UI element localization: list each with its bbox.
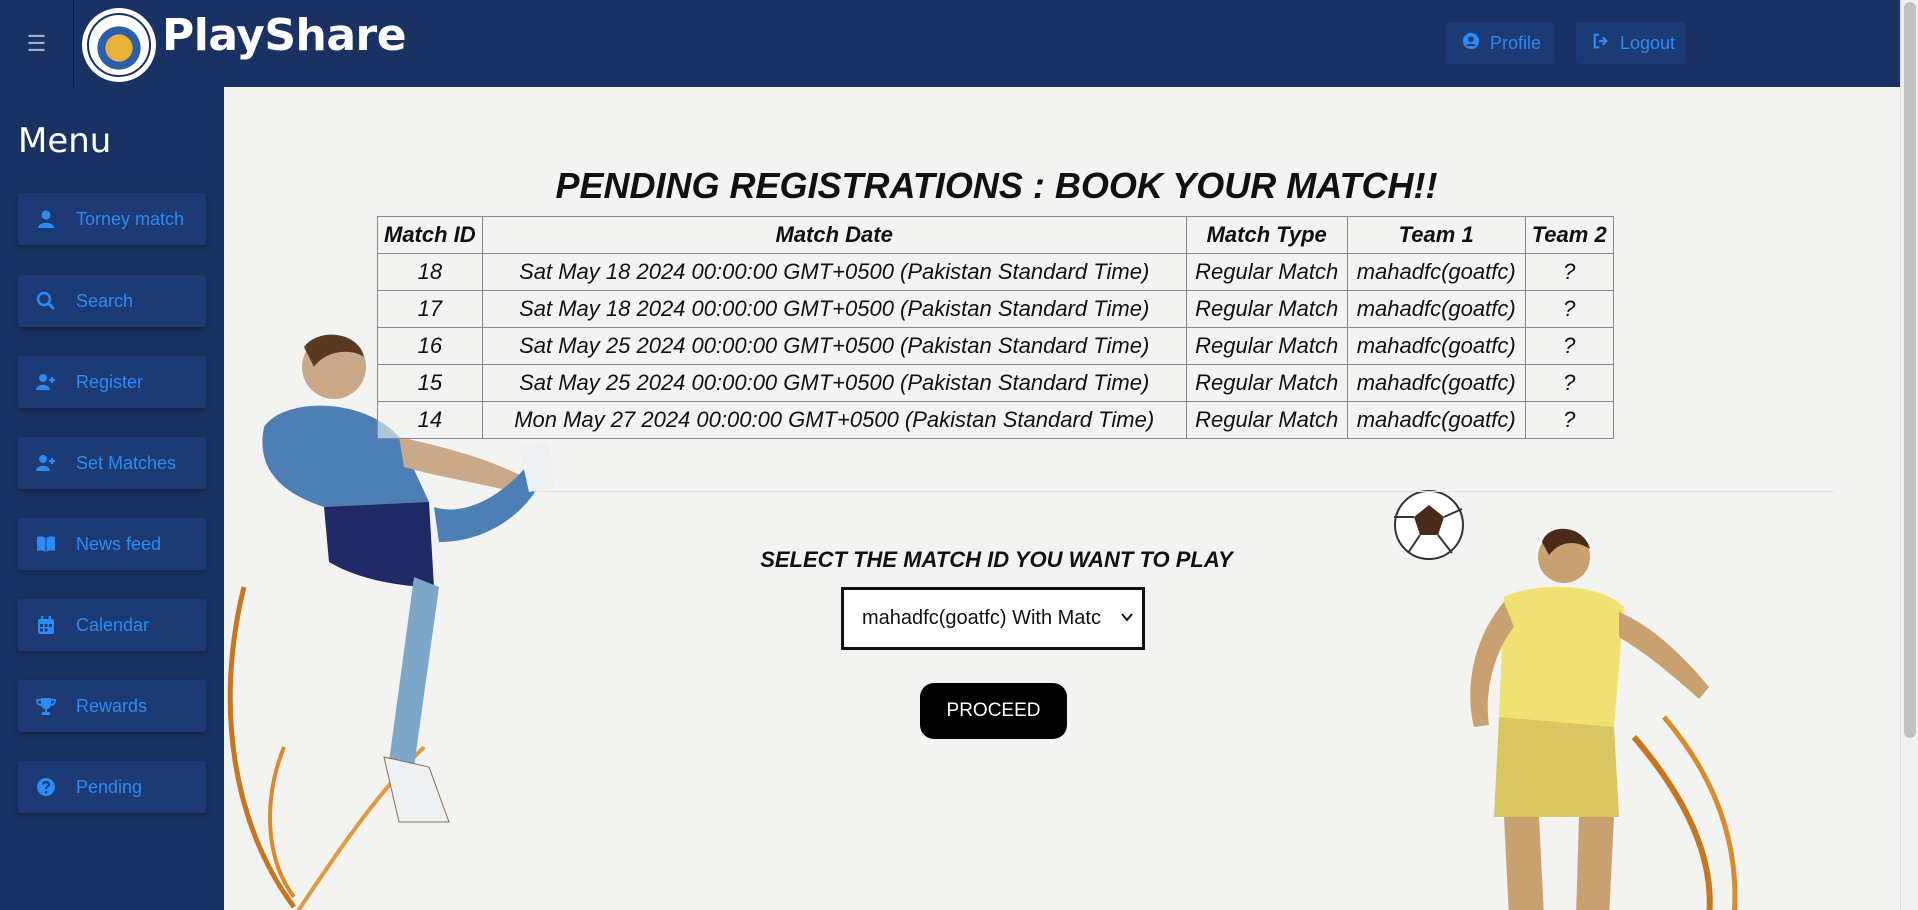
select-match-label: SELECT THE MATCH ID YOU WANT TO PLAY xyxy=(760,547,1233,572)
table-cell: mahadfc(goatfc) xyxy=(1346,364,1526,402)
table-cell: Regular Match xyxy=(1185,364,1348,402)
table-row: 15 Sat May 25 2024 00:00:00 GMT+0500 (Pa… xyxy=(377,364,1614,402)
table-cell: ? xyxy=(1524,253,1614,291)
table-cell: mahadfc(goatfc) xyxy=(1346,401,1526,439)
table-cell: 16 xyxy=(377,327,483,365)
table-cell: mahadfc(goatfc) xyxy=(1346,253,1526,291)
table-cell: Sat May 25 2024 00:00:00 GMT+0500 (Pakis… xyxy=(481,327,1187,365)
sidebar-item-label: Calendar xyxy=(76,614,150,635)
sidebar-item-register[interactable]: Register xyxy=(18,356,206,408)
table-cell: mahadfc(goatfc) xyxy=(1346,290,1526,328)
pending-registrations-table: Match ID Match Date Match Type Team 1 Te… xyxy=(377,216,1614,439)
sidebar-item-label: Search xyxy=(76,290,134,311)
sidebar-item-label: Pending xyxy=(76,776,143,797)
column-header: Team 1 xyxy=(1346,216,1526,254)
logout-label: Logout xyxy=(1620,32,1676,53)
user-plus-icon xyxy=(32,453,60,473)
column-header: Match Date xyxy=(481,216,1187,254)
column-header: Team 2 xyxy=(1524,216,1614,254)
chevron-down-icon xyxy=(1121,613,1133,622)
table-row: 14 Mon May 27 2024 00:00:00 GMT+0500 (Pa… xyxy=(377,401,1614,439)
brand-name[interactable]: PlayShare xyxy=(162,10,407,61)
table-cell: Sat May 25 2024 00:00:00 GMT+0500 (Pakis… xyxy=(481,364,1187,402)
sidebar-item-pending[interactable]: Pending xyxy=(18,761,206,813)
sidebar-item-rewards[interactable]: Rewards xyxy=(18,680,206,732)
sidebar-item-label: Torney match xyxy=(76,208,185,229)
section-divider xyxy=(534,491,1834,492)
page-title: PENDING REGISTRATIONS : BOOK YOUR MATCH!… xyxy=(555,165,1438,206)
table-row: 17 Sat May 18 2024 00:00:00 GMT+0500 (Pa… xyxy=(377,290,1614,328)
hamburger-icon[interactable]: ☰ xyxy=(0,0,74,87)
search-icon xyxy=(32,291,60,311)
sidebar-item-label: News feed xyxy=(76,533,162,554)
table-cell: ? xyxy=(1524,327,1614,365)
proceed-button[interactable]: PROCEED xyxy=(920,683,1067,739)
user-circle-icon xyxy=(1462,32,1480,55)
table-cell: 15 xyxy=(377,364,483,402)
table-row: 18 Sat May 18 2024 00:00:00 GMT+0500 (Pa… xyxy=(377,253,1614,291)
sidebar-item-calendar[interactable]: Calendar xyxy=(18,599,206,651)
sidebar-item-label: Set Matches xyxy=(76,452,177,473)
trophy-icon xyxy=(32,696,60,716)
playshare-logo[interactable] xyxy=(82,8,156,82)
table-row: 16 Sat May 25 2024 00:00:00 GMT+0500 (Pa… xyxy=(377,327,1614,365)
question-circle-icon xyxy=(32,777,60,797)
logo-emblem xyxy=(87,13,151,77)
sidebar: Menu Torney match Search Register Set Ma… xyxy=(0,87,224,910)
sidebar-item-label: Rewards xyxy=(76,695,148,716)
table-header-row: Match ID Match Date Match Type Team 1 Te… xyxy=(377,216,1614,254)
column-header: Match ID xyxy=(377,216,483,254)
table-cell: Regular Match xyxy=(1185,290,1348,328)
calendar-icon xyxy=(32,615,60,635)
profile-button[interactable]: Profile xyxy=(1446,22,1554,64)
book-icon xyxy=(32,534,60,554)
sidebar-item-torney-match[interactable]: Torney match xyxy=(18,193,206,245)
sidebar-item-set-matches[interactable]: Set Matches xyxy=(18,437,206,489)
table-cell: 14 xyxy=(377,401,483,439)
user-plus-icon xyxy=(32,372,60,392)
sidebar-item-news-feed[interactable]: News feed xyxy=(18,518,206,570)
match-id-select[interactable]: mahadfc(goatfc) With Matc xyxy=(841,587,1145,650)
table-cell: 17 xyxy=(377,290,483,328)
page-scrollbar[interactable] xyxy=(1900,0,1918,910)
table-cell: ? xyxy=(1524,290,1614,328)
main-content: PENDING REGISTRATIONS : BOOK YOUR MATCH!… xyxy=(224,87,1900,910)
table-cell: Mon May 27 2024 00:00:00 GMT+0500 (Pakis… xyxy=(481,401,1187,439)
table-cell: Regular Match xyxy=(1185,327,1348,365)
table-cell: ? xyxy=(1524,364,1614,402)
top-navbar: ☰ PlayShare Profile Logout xyxy=(0,0,1900,87)
profile-label: Profile xyxy=(1490,32,1542,53)
table-cell: Sat May 18 2024 00:00:00 GMT+0500 (Pakis… xyxy=(481,253,1187,291)
table-cell: Regular Match xyxy=(1185,253,1348,291)
table-cell: mahadfc(goatfc) xyxy=(1346,327,1526,365)
table-cell: ? xyxy=(1524,401,1614,439)
logout-button[interactable]: Logout xyxy=(1576,22,1686,64)
column-header: Match Type xyxy=(1185,216,1348,254)
menu-title: Menu xyxy=(18,121,112,161)
table-cell: 18 xyxy=(377,253,483,291)
table-cell: Sat May 18 2024 00:00:00 GMT+0500 (Pakis… xyxy=(481,290,1187,328)
table-cell: Regular Match xyxy=(1185,401,1348,439)
sign-out-icon xyxy=(1592,32,1610,55)
match-select-value: mahadfc(goatfc) With Matc xyxy=(862,607,1101,629)
scrollbar-thumb[interactable] xyxy=(1904,2,1916,738)
user-icon xyxy=(32,209,60,229)
sidebar-item-label: Register xyxy=(76,371,144,392)
sidebar-item-search[interactable]: Search xyxy=(18,275,206,327)
